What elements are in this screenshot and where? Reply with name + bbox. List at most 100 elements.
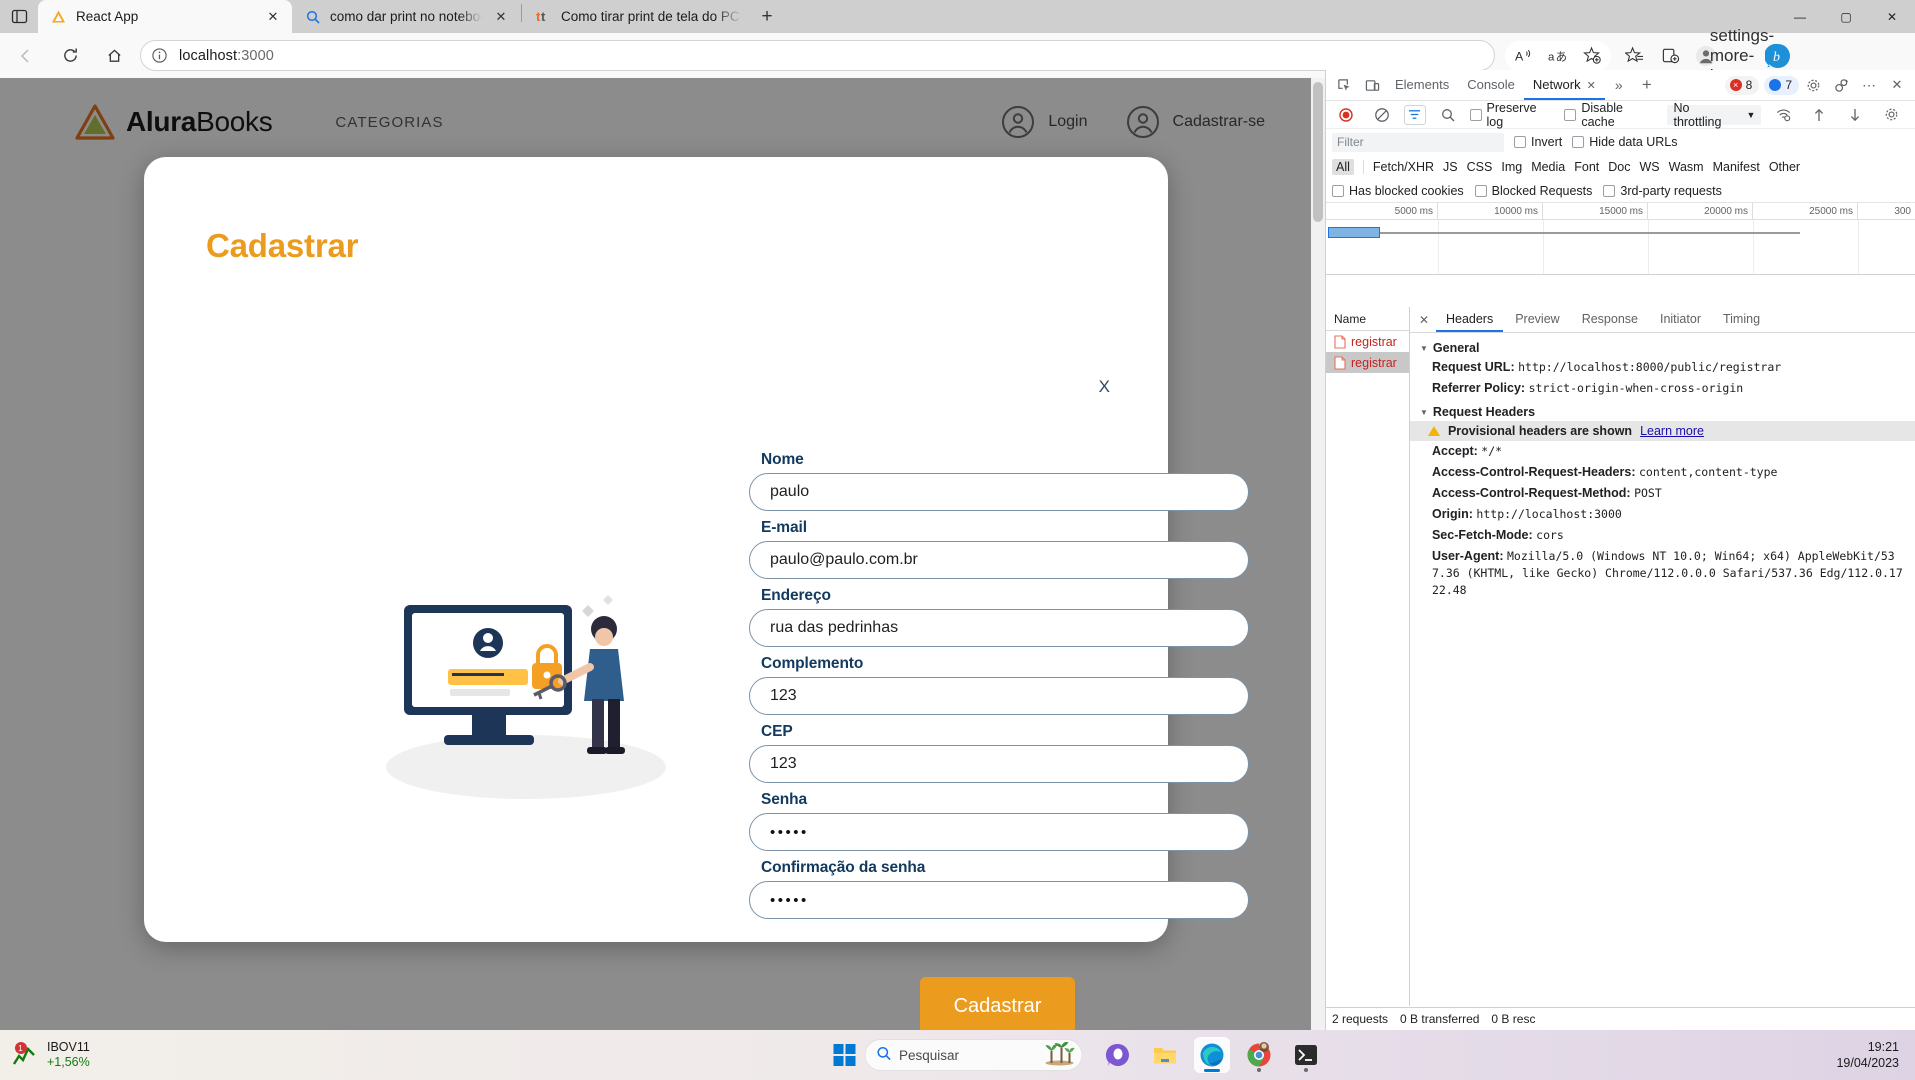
hide-data-urls-checkbox[interactable]: Hide data URLs <box>1572 135 1678 149</box>
edge-icon[interactable] <box>1193 1037 1230 1073</box>
general-group-header[interactable]: ▼ General <box>1410 339 1915 357</box>
tab-close-icon[interactable]: ✕ <box>491 7 511 27</box>
inspect-element-icon[interactable] <box>1330 71 1358 99</box>
favorites-icon[interactable] <box>1617 40 1651 72</box>
more-tabs-icon[interactable]: » <box>1605 71 1633 99</box>
network-timeline[interactable]: 5000 ms 10000 ms 15000 ms 20000 ms 25000… <box>1326 203 1915 275</box>
back-icon[interactable] <box>8 40 44 72</box>
devtools-close-icon[interactable]: ✕ <box>1883 71 1911 99</box>
read-aloud-icon[interactable]: A <box>1507 40 1541 72</box>
network-controls-row: Preserve log Disable cache No throttling… <box>1326 101 1915 129</box>
page-scrollbar-thumb[interactable] <box>1313 82 1323 222</box>
type-filter-doc[interactable]: Doc <box>1608 160 1630 174</box>
type-filter-all[interactable]: All <box>1332 159 1354 175</box>
settings-more-icon[interactable]: settings-more-icon <box>1710 26 1774 85</box>
filter-icon[interactable] <box>1403 104 1426 125</box>
detail-tab-timing[interactable]: Timing <box>1713 307 1770 332</box>
export-har-icon[interactable] <box>1841 101 1869 129</box>
devtools-tab-console[interactable]: Console <box>1458 70 1524 100</box>
type-filter-js[interactable]: JS <box>1443 160 1458 174</box>
maximize-button[interactable]: ▢ <box>1823 0 1869 33</box>
tab-close-icon[interactable]: ✕ <box>263 7 283 27</box>
devtools-more-icon[interactable]: ⋯ <box>1855 71 1883 99</box>
minimize-button[interactable]: — <box>1777 0 1823 33</box>
collections-icon[interactable] <box>1653 40 1687 72</box>
add-tab-icon[interactable]: + <box>1633 71 1661 99</box>
messages-badge[interactable]: 7 <box>1764 75 1799 95</box>
third-party-requests-checkbox[interactable]: 3rd-party requests <box>1603 184 1722 198</box>
learn-more-link[interactable]: Learn more <box>1640 424 1704 438</box>
errors-count: 8 <box>1745 78 1753 92</box>
close-window-button[interactable]: ✕ <box>1869 0 1915 33</box>
clear-button[interactable] <box>1368 101 1396 129</box>
type-filter-other[interactable]: Other <box>1769 160 1800 174</box>
device-toolbar-icon[interactable] <box>1358 71 1386 99</box>
type-filter-img[interactable]: Img <box>1501 160 1522 174</box>
file-explorer-icon[interactable] <box>1147 1037 1183 1073</box>
terminal-icon[interactable] <box>1288 1037 1324 1073</box>
cadastrar-submit-button[interactable]: Cadastrar <box>920 977 1075 1035</box>
devtools-tab-elements[interactable]: Elements <box>1386 70 1458 100</box>
type-filter-wasm[interactable]: Wasm <box>1669 160 1704 174</box>
home-icon[interactable] <box>96 40 132 72</box>
taskbar-widget[interactable]: 1 IBOV11 +1,56% <box>12 1040 90 1070</box>
network-conditions-icon[interactable] <box>1769 101 1797 129</box>
detail-close-icon[interactable]: ✕ <box>1414 313 1434 327</box>
detail-tab-response[interactable]: Response <box>1572 307 1648 332</box>
type-filter-font[interactable]: Font <box>1574 160 1599 174</box>
detail-tab-preview[interactable]: Preview <box>1505 307 1569 332</box>
invert-checkbox[interactable]: Invert <box>1514 135 1562 149</box>
taskbar-clock[interactable]: 19:21 19/04/2023 <box>1836 1039 1899 1071</box>
tab-react-app[interactable]: React App ✕ <box>38 0 292 33</box>
tab-como-dar-print[interactable]: como dar print no notebook - Pe ✕ <box>292 0 520 33</box>
tab-title: Como tirar print de tela do PC o <box>561 8 742 24</box>
type-filter-ws[interactable]: WS <box>1639 160 1659 174</box>
type-filter-media[interactable]: Media <box>1531 160 1565 174</box>
request-row[interactable]: registrar <box>1326 331 1409 352</box>
reload-icon[interactable] <box>52 40 88 72</box>
detail-tab-headers[interactable]: Headers <box>1435 307 1504 332</box>
tab-actions-icon[interactable] <box>0 0 38 33</box>
input-complemento[interactable]: 123 <box>749 677 1249 715</box>
input-cep[interactable]: 123 <box>749 745 1249 783</box>
new-tab-button[interactable]: + <box>751 3 783 31</box>
input-endereco[interactable]: rua das pedrinhas <box>749 609 1249 647</box>
start-button-icon[interactable] <box>833 1044 855 1066</box>
import-har-icon[interactable] <box>1805 101 1833 129</box>
timeline-selection-window[interactable] <box>1328 227 1380 238</box>
tab-como-tirar-print[interactable]: tt Como tirar print de tela do PC o <box>523 0 751 33</box>
has-blocked-cookies-checkbox[interactable]: Has blocked cookies <box>1332 184 1464 198</box>
address-bar[interactable]: localhost:3000 <box>140 40 1495 71</box>
request-row[interactable]: registrar <box>1326 352 1409 373</box>
request-headers-group-header[interactable]: ▼ Request Headers <box>1410 403 1915 421</box>
errors-badge[interactable]: × 8 <box>1724 75 1760 95</box>
taskbar-search[interactable]: Pesquisar <box>864 1039 1082 1071</box>
preserve-log-checkbox[interactable]: Preserve log <box>1469 101 1557 129</box>
input-nome[interactable]: paulo <box>749 473 1249 511</box>
throttling-select[interactable]: No throttling ▼ <box>1667 101 1762 129</box>
search-icon[interactable] <box>1434 101 1462 129</box>
type-filter-fetch-xhr[interactable]: Fetch/XHR <box>1373 160 1434 174</box>
copilot-icon[interactable] <box>1100 1037 1136 1073</box>
blocked-requests-checkbox[interactable]: Blocked Requests <box>1474 184 1592 198</box>
translate-icon[interactable]: aあ <box>1541 40 1575 72</box>
input-email[interactable]: paulo@paulo.com.br <box>749 541 1249 579</box>
input-confirmacao-senha[interactable]: ••••• <box>749 881 1249 919</box>
gear-icon[interactable] <box>1799 71 1827 99</box>
chrome-icon[interactable] <box>1241 1037 1277 1073</box>
record-button[interactable] <box>1332 101 1360 129</box>
add-favorite-icon[interactable] <box>1575 40 1609 72</box>
type-filter-manifest[interactable]: Manifest <box>1713 160 1760 174</box>
close-icon[interactable]: ✕ <box>1587 80 1596 92</box>
bing-copilot-icon[interactable]: b <box>1761 40 1795 72</box>
devtools-customize-icon[interactable] <box>1827 71 1855 99</box>
network-settings-gear-icon[interactable] <box>1877 101 1905 129</box>
devtools-tab-network[interactable]: Network ✕ <box>1523 70 1605 100</box>
filter-input[interactable]: Filter <box>1332 132 1504 152</box>
disable-cache-checkbox[interactable]: Disable cache <box>1564 101 1659 129</box>
detail-tab-initiator[interactable]: Initiator <box>1650 307 1711 332</box>
close-icon[interactable]: X <box>1099 377 1110 397</box>
type-filter-css[interactable]: CSS <box>1467 160 1493 174</box>
site-info-icon[interactable] <box>151 47 169 65</box>
input-senha[interactable]: ••••• <box>749 813 1249 851</box>
